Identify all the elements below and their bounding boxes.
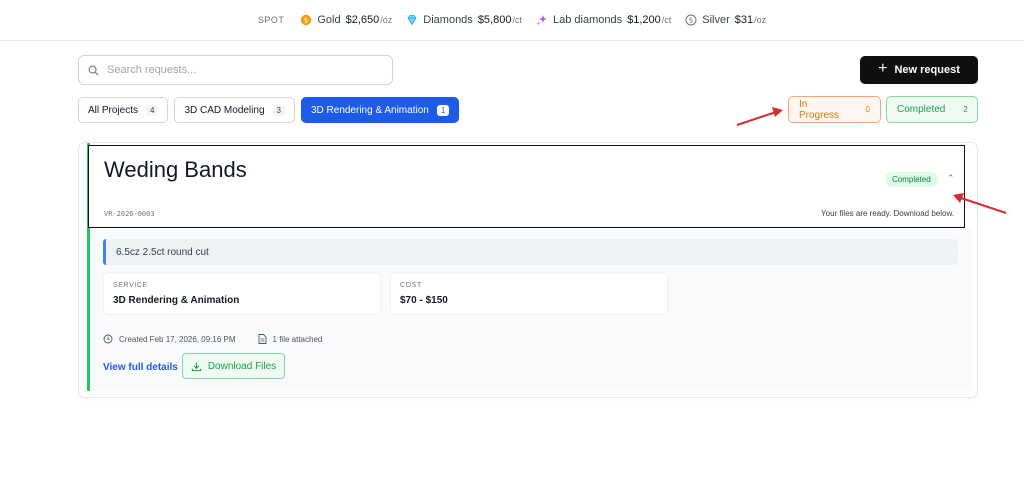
download-files-button[interactable]: Download Files <box>182 353 285 379</box>
cost-value: $70 - $150 <box>400 295 448 306</box>
tab-count: 1 <box>436 104 450 116</box>
ticker-item-diamonds: Diamonds $5,800 /ct <box>406 14 522 26</box>
ticker-price: $5,800 <box>477 14 512 26</box>
file-icon <box>258 334 266 344</box>
new-request-button[interactable]: + New request <box>860 56 978 84</box>
ticker-item-lab-diamonds: Lab diamonds $1,200 /ct <box>536 14 671 26</box>
spot-label: SPOT <box>257 15 285 25</box>
ticker-name: Diamonds <box>423 14 473 26</box>
ticker-unit: /oz <box>380 15 393 25</box>
chevron-up-icon[interactable]: ⌃ <box>947 173 955 184</box>
ticker-item-silver: $ Silver $31 /oz <box>685 14 766 26</box>
files-ready-message: Your files are ready. Download below. <box>821 209 954 218</box>
request-details: 6.5cz 2.5ct round cut SERVICE 3D Renderi… <box>90 229 972 391</box>
service-label: SERVICE <box>113 282 148 289</box>
ticker-price: $31 <box>734 14 754 26</box>
tab-all-projects[interactable]: All Projects 4 <box>78 97 169 123</box>
request-card-header[interactable]: Weding Bands Completed ⌃ VR-2026-0003 Yo… <box>88 145 965 228</box>
tab-label: 3D Rendering & Animation <box>310 104 429 116</box>
status-tab-count: 0 <box>865 105 870 114</box>
new-request-label: New request <box>894 64 960 76</box>
clock-icon <box>103 334 113 344</box>
request-note: 6.5cz 2.5ct round cut <box>103 239 958 265</box>
service-value: 3D Rendering & Animation <box>113 295 240 306</box>
request-reference-id: VR-2026-0003 <box>104 210 155 218</box>
status-tab-label: Completed <box>897 104 946 115</box>
ticker-unit: /ct <box>661 15 672 25</box>
status-tab-label: In Progress <box>799 98 840 121</box>
request-card: Weding Bands Completed ⌃ VR-2026-0003 Yo… <box>78 142 978 398</box>
service-info: SERVICE 3D Rendering & Animation <box>103 272 381 315</box>
ticker-item-gold: $ Gold $2,650 /oz <box>300 14 392 26</box>
status-badge: Completed <box>885 172 938 187</box>
search-input[interactable] <box>107 64 377 76</box>
attachments-count: 1 file attached <box>272 334 323 344</box>
diamond-icon <box>407 15 417 26</box>
search-box[interactable] <box>78 55 393 85</box>
annotation-arrow-in-progress <box>736 107 783 126</box>
download-icon <box>191 361 201 371</box>
ticker-price: $1,200 <box>627 14 661 26</box>
plus-icon: + <box>878 60 888 77</box>
cost-info: COST $70 - $150 <box>390 272 668 315</box>
ticker-price: $2,650 <box>345 14 380 26</box>
ticker-name: Lab diamonds <box>552 14 623 26</box>
ticker-unit: /ct <box>512 15 522 25</box>
tab-label: 3D CAD Modeling <box>184 104 265 116</box>
svg-text:$: $ <box>689 17 693 25</box>
category-tabs: All Projects 4 3D CAD Modeling 3 3D Rend… <box>78 97 460 123</box>
price-ticker: SPOT $ Gold $2,650 /oz Diamonds $5,800 /… <box>0 0 1024 41</box>
created-date: Created Feb 17, 2026, 09:16 PM <box>119 334 236 344</box>
status-tab-completed[interactable]: Completed 2 <box>886 96 978 123</box>
ticker-name: Gold <box>317 14 341 26</box>
ticker-unit: /oz <box>754 15 767 25</box>
sparkle-icon <box>536 15 547 26</box>
tab-3d-rendering-animation[interactable]: 3D Rendering & Animation 1 <box>300 97 460 123</box>
tab-count: 3 <box>272 104 285 116</box>
download-files-label: Download Files <box>207 360 277 372</box>
request-title: Weding Bands <box>104 157 247 182</box>
gold-coin-icon: $ <box>301 14 312 26</box>
silver-coin-icon: $ <box>685 14 697 26</box>
tab-3d-cad-modeling[interactable]: 3D CAD Modeling 3 <box>174 97 295 123</box>
svg-text:$: $ <box>304 17 308 25</box>
request-meta: Created Feb 17, 2026, 09:16 PM 1 file at… <box>103 334 322 344</box>
cost-label: COST <box>400 282 422 289</box>
status-filter-tabs: In Progress 0 Completed 2 <box>788 96 978 123</box>
ticker-name: Silver <box>702 14 730 26</box>
tab-count: 4 <box>146 104 159 116</box>
view-full-details-link[interactable]: View full details <box>103 362 178 373</box>
status-tab-count: 2 <box>963 105 968 114</box>
search-icon <box>88 65 99 75</box>
status-tab-in-progress[interactable]: In Progress 0 <box>788 96 881 123</box>
tab-label: All Projects <box>88 104 139 116</box>
